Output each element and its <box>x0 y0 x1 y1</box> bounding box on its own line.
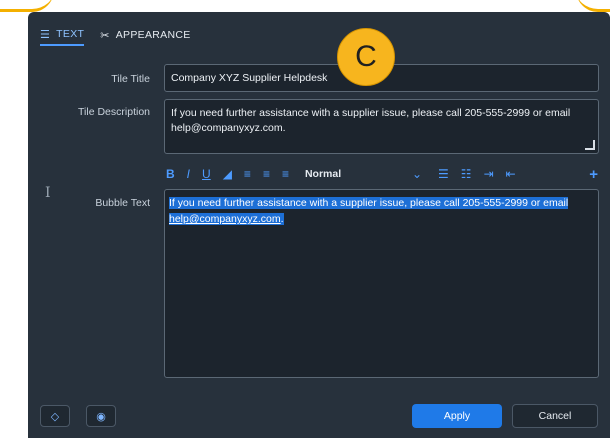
diamond-icon-button[interactable]: ◇ <box>40 405 70 427</box>
tile-description-label: Tile Description <box>78 106 150 118</box>
bubble-text-content: If you need further assistance with a su… <box>169 197 569 209</box>
chevron-down-icon[interactable]: ⌄ <box>412 167 422 181</box>
numbered-list-icon[interactable]: ☷ <box>461 167 472 181</box>
annotation-curve-left <box>0 0 54 12</box>
add-icon[interactable]: + <box>589 166 598 183</box>
align-center-icon[interactable]: ≡ <box>263 167 270 181</box>
preview-eye-button[interactable]: ◉ <box>86 405 116 427</box>
badge-letter: C <box>355 40 377 73</box>
screenshot-frame: ☰ TEXT ✂ APPEARANCE Tile Title Company X… <box>0 0 610 438</box>
tile-description-textarea[interactable]: If you need further assistance with a su… <box>164 99 599 154</box>
indent-icon[interactable]: ⇥ <box>484 167 494 181</box>
selected-text: If you need further assistance with a su… <box>169 197 569 225</box>
tile-description-text: If you need further assistance with a su… <box>171 107 571 134</box>
tab-appearance[interactable]: ✂ APPEARANCE <box>100 24 190 46</box>
eye-icon: ◉ <box>96 410 106 423</box>
tab-appearance-label: APPEARANCE <box>115 29 191 41</box>
annotation-badge-c: C <box>337 28 395 86</box>
tab-text-label: TEXT <box>56 28 85 40</box>
tab-text[interactable]: ☰ TEXT <box>40 24 85 46</box>
annotation-curve-right <box>576 0 610 12</box>
paragraph-style-select[interactable]: Normal <box>305 168 400 180</box>
align-left-icon[interactable]: ≡ <box>244 167 251 181</box>
text-cursor-icon: I <box>45 185 51 201</box>
diamond-icon: ◇ <box>50 410 60 423</box>
bold-button[interactable]: B <box>166 167 175 181</box>
tools-icon: ✂ <box>100 29 110 42</box>
tab-bar: ☰ TEXT ✂ APPEARANCE <box>40 24 191 48</box>
apply-button[interactable]: Apply <box>412 404 502 428</box>
email-link[interactable]: help@companyxyz.com <box>169 213 281 225</box>
bubble-text-label: Bubble Text <box>95 197 150 209</box>
bubble-text-editor[interactable]: If you need further assistance with a su… <box>164 189 599 378</box>
bubble-text-end: . <box>280 213 284 225</box>
underline-button[interactable]: U <box>202 167 211 181</box>
tile-editor-panel: ☰ TEXT ✂ APPEARANCE Tile Title Company X… <box>28 12 610 438</box>
text-lines-icon: ☰ <box>40 28 51 41</box>
text-color-icon[interactable]: ◢ <box>223 167 232 181</box>
cancel-button[interactable]: Cancel <box>512 404 598 428</box>
bulleted-list-icon[interactable]: ☰ <box>438 167 449 181</box>
italic-button[interactable]: I <box>187 167 190 181</box>
outdent-icon[interactable]: ⇤ <box>506 167 516 181</box>
align-right-icon[interactable]: ≡ <box>282 167 289 181</box>
tile-title-label: Tile Title <box>111 73 150 85</box>
rich-text-toolbar: B I U ◢ ≡ ≡ ≡ Normal ⌄ ☰ ☷ ⇥ ⇤ + <box>166 166 598 183</box>
resize-handle-icon[interactable] <box>585 140 595 150</box>
